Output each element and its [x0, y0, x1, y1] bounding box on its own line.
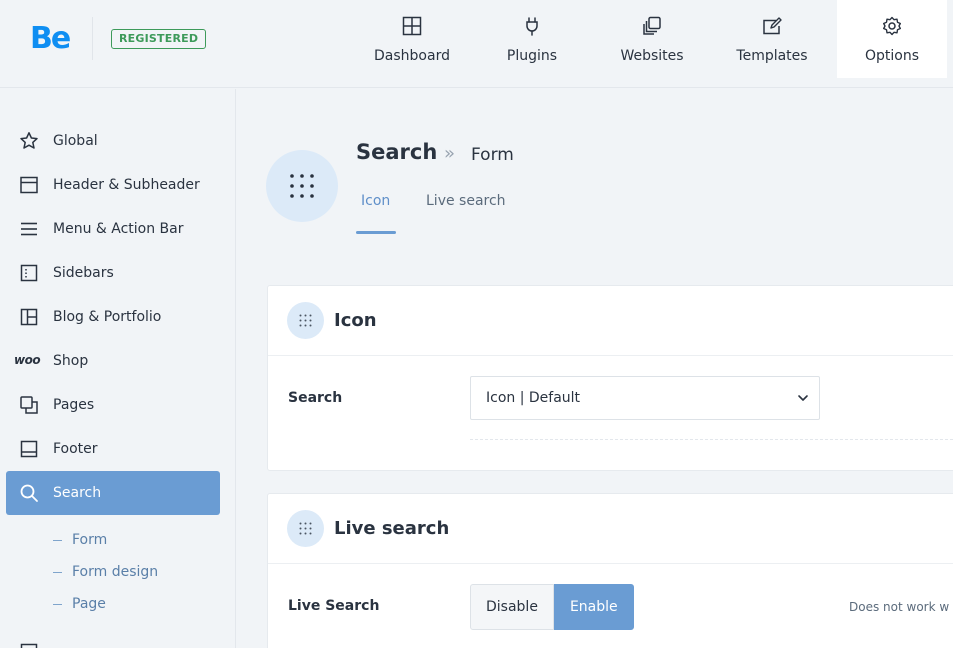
woo-icon: woo	[14, 353, 41, 367]
pages-icon	[20, 396, 38, 414]
dots-grid-icon	[287, 302, 324, 339]
search-icon	[20, 484, 38, 502]
sidebar-item-footer[interactable]: Footer	[6, 427, 220, 471]
enable-button[interactable]: Enable	[553, 584, 634, 630]
search-style-select[interactable]: Icon | Default	[470, 376, 820, 420]
sidebar-item-label: Shop	[53, 353, 89, 369]
nav-label: Websites	[620, 48, 684, 64]
live-search-hint: Does not work w	[849, 600, 950, 614]
live-search-toggle-group: Disable Enable	[470, 584, 634, 630]
sidebar-item-label: Pages	[53, 397, 95, 413]
registered-badge: REGISTERED	[111, 29, 207, 49]
star-icon	[20, 132, 38, 149]
nav-label: Dashboard	[374, 48, 450, 64]
dots-grid-svg	[299, 522, 312, 535]
dash-marker	[53, 603, 62, 605]
plug-icon	[526, 17, 538, 36]
footer-layout-icon	[20, 440, 38, 458]
nav-label: Plugins	[506, 48, 558, 64]
section-header: Live search	[268, 494, 953, 564]
subitem-label: Form design	[72, 564, 159, 580]
tab-live-search[interactable]: Live search	[426, 193, 506, 233]
dots-grid-icon	[287, 510, 324, 547]
disable-button[interactable]: Disable	[470, 584, 554, 630]
sidebar-layout-icon	[20, 264, 38, 282]
section-title: Icon	[334, 310, 377, 331]
gear-icon	[883, 16, 901, 36]
section-header: Icon	[268, 286, 953, 356]
select-value: Icon | Default	[486, 390, 581, 406]
active-tab-indicator	[356, 231, 396, 234]
chevron-down-icon	[798, 395, 808, 401]
dots-grid-icon	[266, 150, 338, 222]
subitem-label: Page	[72, 596, 106, 612]
templates-icon	[763, 17, 782, 35]
sidebar-item-label: Footer	[53, 441, 98, 457]
sidebar-item-header-subheader[interactable]: Header & Subheader	[6, 163, 220, 207]
nav-dashboard[interactable]: Dashboard	[357, 0, 467, 78]
sidebar-subitem-form[interactable]: Form	[53, 532, 107, 548]
dots-grid-svg	[290, 174, 314, 198]
sidebar-item-label: Menu & Action Bar	[53, 221, 184, 237]
field-divider	[470, 439, 953, 440]
dashboard-icon	[402, 16, 422, 36]
section-live-search-card: Live search Live Search Disable Enable D…	[267, 493, 953, 648]
section-icon-card: Icon Search Icon | Default	[267, 285, 953, 471]
subitem-label: Form	[72, 532, 108, 548]
breadcrumb-current: Form	[471, 145, 514, 165]
sidebar-item-global[interactable]: Global	[6, 119, 220, 163]
sidebar-item-pages[interactable]: Pages	[6, 383, 220, 427]
dash-marker	[53, 539, 62, 541]
sidebar-item-blog-portfolio[interactable]: Blog & Portfolio	[6, 295, 220, 339]
sidebar-item-label: Sidebars	[53, 265, 114, 281]
sidebar-item-label: Global	[53, 133, 98, 149]
logo-divider	[92, 17, 93, 60]
top-bar: Be REGISTERED Dashboard Plugins Websites	[0, 0, 953, 88]
sidebar-subitem-page[interactable]: Page	[53, 596, 106, 612]
sidebar: Global Header & Subheader Menu & Action …	[0, 89, 236, 648]
section-title: Live search	[334, 518, 450, 539]
sidebar-item-search[interactable]: Search	[6, 471, 220, 515]
sidebar-item-label: Header & Subheader	[53, 177, 200, 193]
nav-label: Templates	[736, 48, 808, 64]
sidebar-item-menu-action-bar[interactable]: Menu & Action Bar	[6, 207, 220, 251]
breadcrumb-separator: »	[444, 143, 456, 164]
sidebar-item-label: Blog & Portfolio	[53, 309, 162, 325]
grid-layout-icon	[20, 308, 38, 326]
nav-websites[interactable]: Websites	[597, 0, 707, 78]
page-title: Search	[356, 140, 438, 164]
sidebar-item-sidebars[interactable]: Sidebars	[6, 251, 220, 295]
field-label-search: Search	[288, 390, 343, 406]
header-layout-icon	[20, 176, 38, 194]
nav-options[interactable]: Options	[837, 0, 947, 78]
nav-label: Options	[864, 48, 920, 64]
websites-icon	[643, 16, 661, 35]
menu-icon	[21, 222, 37, 236]
nav-templates[interactable]: Templates	[717, 0, 827, 78]
tab-icon[interactable]: Icon	[361, 193, 390, 233]
sidebar-item-label: Search	[53, 485, 102, 501]
be-logo[interactable]: Be	[30, 22, 71, 56]
sidebar-item-shop[interactable]: woo Shop	[6, 339, 220, 383]
footer-layout-icon[interactable]	[18, 641, 40, 648]
nav-plugins[interactable]: Plugins	[477, 0, 587, 78]
dots-grid-svg	[299, 314, 312, 327]
dash-marker	[53, 571, 62, 573]
field-label-live-search: Live Search	[288, 598, 380, 614]
main-content: Search » Form Icon Live search Icon Sear…	[237, 89, 953, 648]
sidebar-subitem-form-design[interactable]: Form design	[53, 564, 158, 580]
